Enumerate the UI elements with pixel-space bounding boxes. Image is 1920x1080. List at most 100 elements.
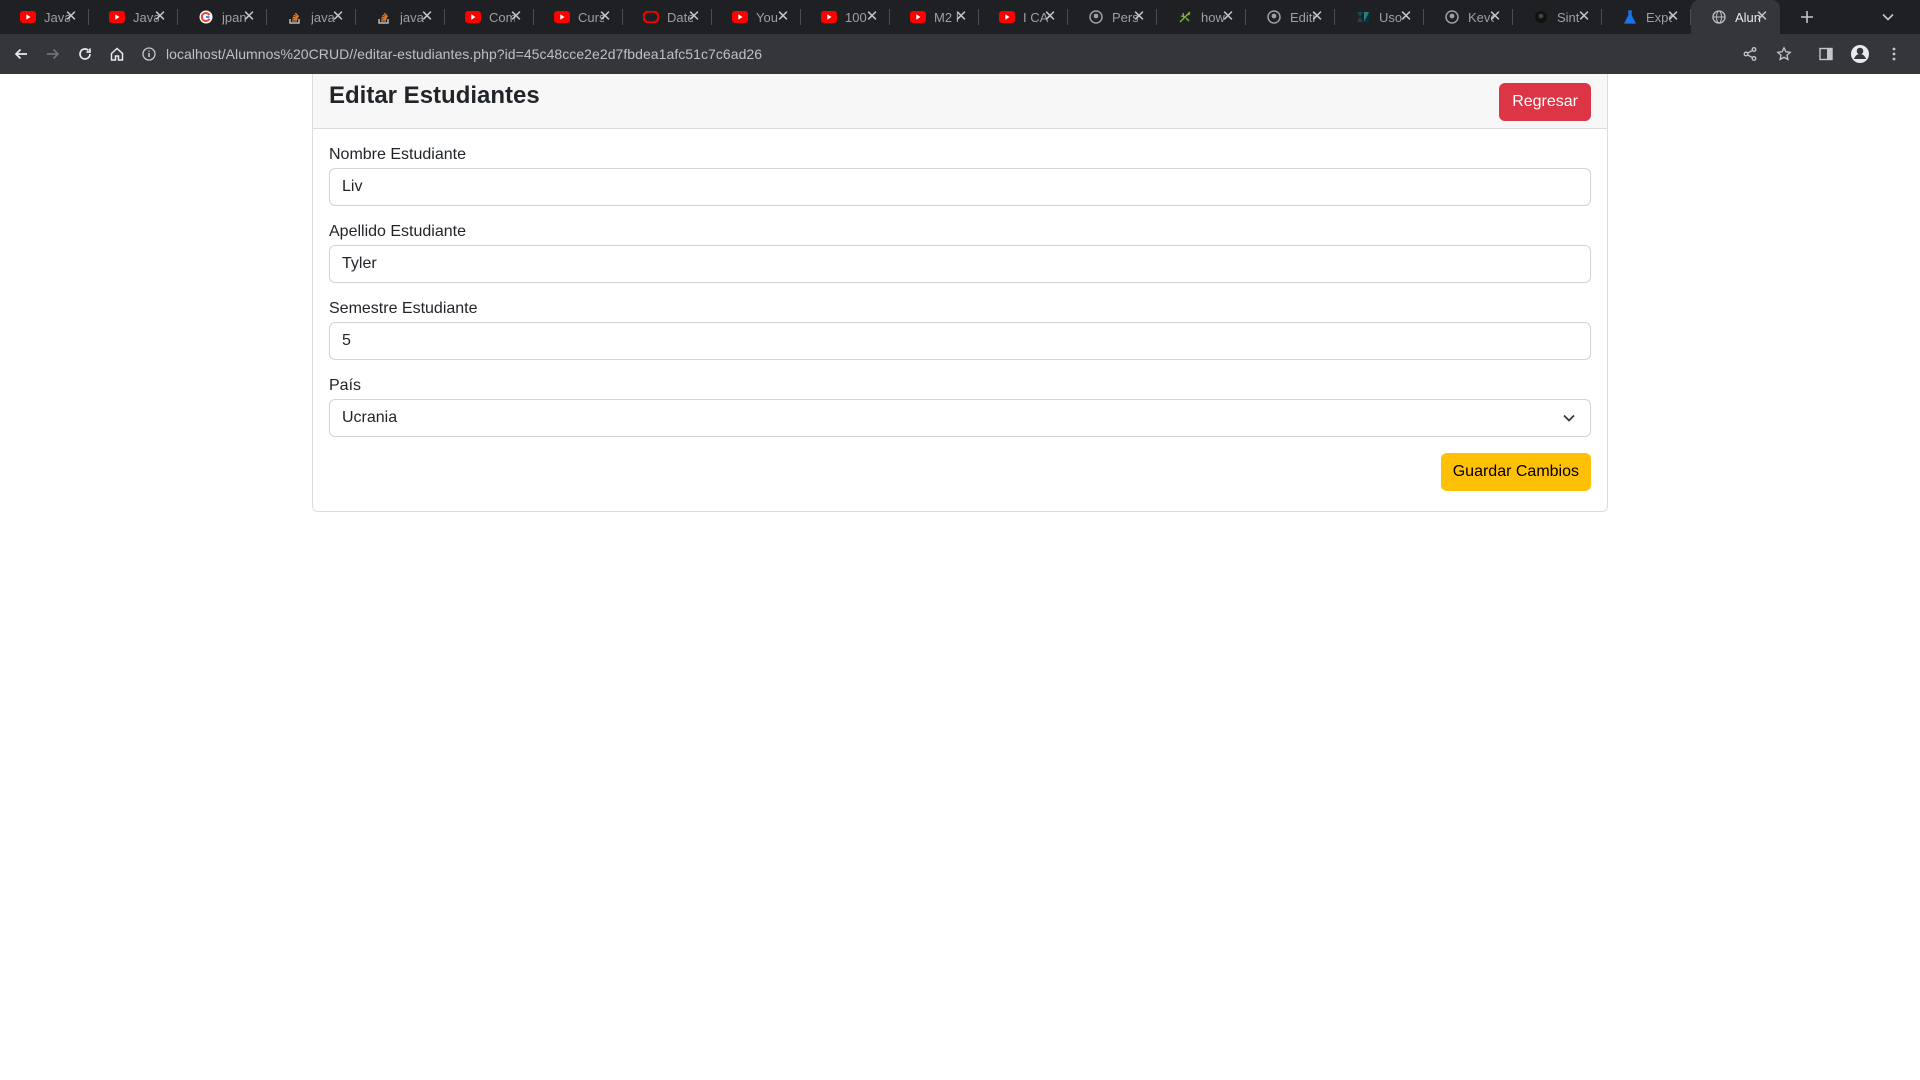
bookmark-button[interactable] <box>1772 42 1796 66</box>
info-icon[interactable] <box>140 45 158 63</box>
close-tab-icon[interactable]: ✕ <box>1042 9 1058 25</box>
close-tab-icon[interactable]: ✕ <box>1309 9 1325 25</box>
arrow-left-icon <box>14 48 27 60</box>
reload-icon <box>79 48 91 60</box>
tab[interactable]: 100 ✕ <box>801 0 890 34</box>
youtube-icon <box>109 9 125 25</box>
share-button[interactable] <box>1738 42 1762 66</box>
tab[interactable]: Date ✕ <box>623 0 712 34</box>
back-link-button[interactable]: Regresar <box>1499 83 1591 121</box>
nombre-input[interactable]: Liv <box>329 168 1591 206</box>
field-nombre: Nombre Estudiante Liv <box>329 145 1591 206</box>
tab[interactable]: Sint ✕ <box>1513 0 1602 34</box>
youtube-icon <box>821 9 837 25</box>
tab[interactable]: Com ✕ <box>445 0 534 34</box>
oracle-icon <box>643 9 659 25</box>
chevron-down-icon <box>1882 13 1894 21</box>
youtube-icon <box>910 9 926 25</box>
tab[interactable]: Java ✕ <box>0 0 89 34</box>
profile-button[interactable] <box>1848 42 1872 66</box>
field-pais: País Ucrania <box>329 376 1591 437</box>
side-panel-button[interactable] <box>1814 42 1838 66</box>
stackoverflow-icon <box>376 9 392 25</box>
browser-toolbar: localhost/Alumnos%20CRUD//editar-estudia… <box>0 34 1920 74</box>
page-viewport: Editar Estudiantes Regresar Nombre Estud… <box>0 74 1920 1080</box>
avatar-icon <box>1851 45 1869 63</box>
apellido-input[interactable]: Tyler <box>329 245 1591 283</box>
tab[interactable]: Curs ✕ <box>534 0 623 34</box>
globe-icon <box>1711 9 1727 25</box>
google-icon <box>198 9 214 25</box>
pais-label: País <box>329 377 362 394</box>
flask-icon <box>1622 9 1638 25</box>
close-tab-icon[interactable]: ✕ <box>953 9 969 25</box>
url-text[interactable]: localhost/Alumnos%20CRUD//editar-estudia… <box>166 46 762 62</box>
back-button[interactable] <box>9 42 33 66</box>
menu-button[interactable] <box>1882 42 1906 66</box>
youtube-icon <box>999 9 1015 25</box>
youtube-icon <box>554 9 570 25</box>
arrow-right-icon <box>47 48 60 60</box>
close-tab-icon[interactable]: ✕ <box>241 9 257 25</box>
semestre-input[interactable]: 5 <box>329 322 1591 360</box>
close-tab-icon[interactable]: ✕ <box>152 9 168 25</box>
tab[interactable]: M2 I ✕ <box>890 0 979 34</box>
close-tab-icon[interactable]: ✕ <box>419 9 435 25</box>
pais-selected-value: Ucrania <box>342 409 398 426</box>
pais-select[interactable]: Ucrania <box>329 399 1591 437</box>
tab[interactable]: java ✕ <box>356 0 445 34</box>
star-icon <box>1776 46 1792 61</box>
close-tab-icon[interactable]: ✕ <box>508 9 524 25</box>
tab-search-button[interactable] <box>1876 6 1900 28</box>
tab[interactable]: Expe✕ <box>1602 0 1691 34</box>
nombre-label: Nombre Estudiante <box>329 146 466 163</box>
close-tab-icon[interactable]: ✕ <box>597 9 613 25</box>
tab[interactable]: You ✕ <box>712 0 801 34</box>
close-tab-icon[interactable]: ✕ <box>686 9 702 25</box>
address-bar[interactable]: localhost/Alumnos%20CRUD//editar-estudia… <box>140 39 1760 69</box>
save-changes-button[interactable]: Guardar Cambios <box>1440 453 1591 491</box>
tab[interactable]: Java ✕ <box>89 0 178 34</box>
github-icon <box>1266 9 1282 25</box>
close-tab-icon[interactable]: ✕ <box>1754 9 1770 25</box>
close-tab-icon[interactable]: ✕ <box>775 9 791 25</box>
tab[interactable]: jpan ✕ <box>178 0 267 34</box>
tab[interactable]: Keve✕ <box>1424 0 1513 34</box>
stackoverflow-icon <box>287 9 303 25</box>
tab[interactable]: Uso ✕ <box>1335 0 1424 34</box>
close-tab-icon[interactable]: ✕ <box>1576 9 1592 25</box>
tab[interactable]: java ✕ <box>267 0 356 34</box>
close-tab-icon[interactable]: ✕ <box>1487 9 1503 25</box>
plus-icon <box>1801 11 1813 23</box>
kebab-menu-icon <box>1892 47 1896 61</box>
reload-button[interactable] <box>73 42 97 66</box>
browser-tabstrip: Java ✕ Java ✕ jpan ✕ java ✕ java ✕ Com ✕ Curs ✕ Date ✕ Y… <box>0 0 1920 34</box>
close-tab-icon[interactable]: ✕ <box>1398 9 1414 25</box>
youtube-icon <box>732 9 748 25</box>
tab[interactable]: how ✕ <box>1157 0 1246 34</box>
close-tab-icon[interactable]: ✕ <box>1220 9 1236 25</box>
close-tab-icon[interactable]: ✕ <box>63 9 79 25</box>
side-panel-icon <box>1819 47 1833 61</box>
home-button[interactable] <box>105 42 129 66</box>
card-body: Nombre Estudiante Liv Apellido Estudiant… <box>313 129 1607 491</box>
youtube-icon <box>465 9 481 25</box>
tab-list: Java ✕ Java ✕ jpan ✕ java ✕ java ✕ Com ✕ Curs ✕ Date ✕ Y… <box>0 0 1780 34</box>
tab[interactable]: Editi ✕ <box>1246 0 1335 34</box>
close-tab-icon[interactable]: ✕ <box>1665 9 1681 25</box>
github-dark-icon <box>1533 9 1549 25</box>
page-title: Editar Estudiantes <box>329 82 540 109</box>
tab[interactable]: Pers ✕ <box>1068 0 1157 34</box>
close-tab-icon[interactable]: ✕ <box>330 9 346 25</box>
share-icon <box>1743 47 1757 61</box>
new-tab-button[interactable] <box>1792 0 1822 34</box>
close-tab-icon[interactable]: ✕ <box>864 9 880 25</box>
tab[interactable]: I CA ✕ <box>979 0 1068 34</box>
forward-button[interactable] <box>41 42 65 66</box>
close-tab-icon[interactable]: ✕ <box>1131 9 1147 25</box>
home-icon <box>110 47 124 61</box>
field-apellido: Apellido Estudiante Tyler <box>329 222 1591 283</box>
form-actions: Guardar Cambios <box>329 453 1591 491</box>
tab-active[interactable]: Alun ✕ <box>1691 0 1780 34</box>
youtube-icon <box>20 9 36 25</box>
